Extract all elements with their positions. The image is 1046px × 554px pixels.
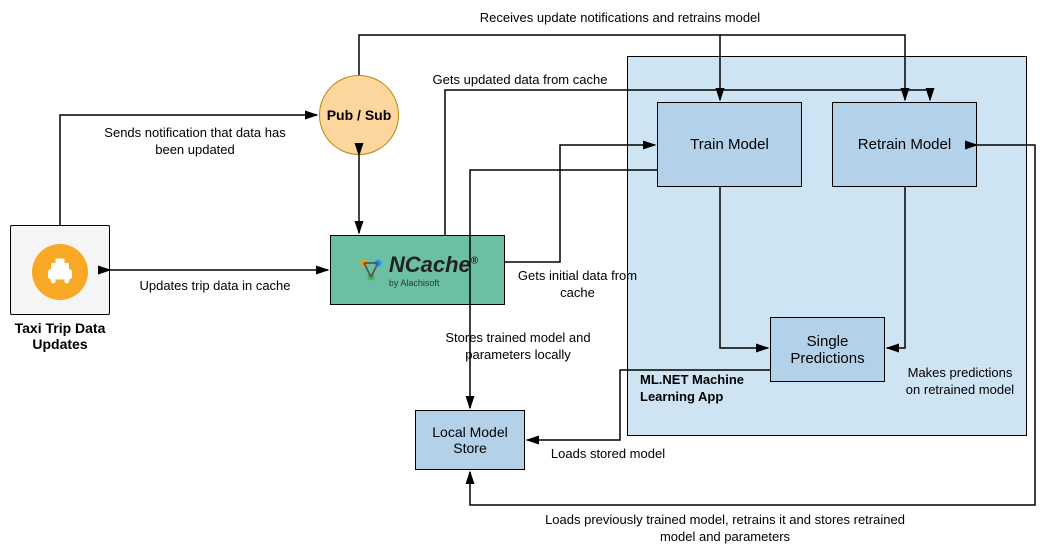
label-stores-trained: Stores trained model and parameters loca… <box>418 330 618 364</box>
ncache-logo-icon <box>357 256 385 284</box>
ncache-box: NCache® by Alachisoft <box>330 235 505 305</box>
local-model-store-box: Local Model Store <box>415 410 525 470</box>
ncache-label: NCache <box>389 252 471 277</box>
taxi-data-box <box>10 225 110 315</box>
retrain-model-box: Retrain Model <box>832 102 977 187</box>
label-gets-initial: Gets initial data from cache <box>500 268 655 302</box>
taxi-caption: Taxi Trip Data Updates <box>0 320 120 352</box>
label-receives-update: Receives update notifications and retrai… <box>440 10 800 27</box>
label-gets-updated: Gets updated data from cache <box>430 72 610 89</box>
single-label: Single Predictions <box>771 333 884 367</box>
retrain-label: Retrain Model <box>858 136 951 153</box>
pubsub-node: Pub / Sub <box>319 75 399 155</box>
label-loads-prev: Loads previously trained model, retrains… <box>545 512 905 546</box>
ncache-byline: by Alachisoft <box>389 278 440 288</box>
localstore-label: Local Model Store <box>416 424 524 456</box>
label-makes-pred: Makes predictions on retrained model <box>900 365 1020 399</box>
train-label: Train Model <box>690 136 769 153</box>
label-sends-notif: Sends notification that data has been up… <box>100 125 290 159</box>
pubsub-label: Pub / Sub <box>327 107 392 123</box>
label-updates-trip: Updates trip data in cache <box>120 278 310 295</box>
taxi-icon <box>32 244 88 300</box>
mlapp-label: ML.NET Machine Learning App <box>640 372 760 406</box>
label-loads-stored: Loads stored model <box>538 446 678 463</box>
train-model-box: Train Model <box>657 102 802 187</box>
single-predictions-box: Single Predictions <box>770 317 885 382</box>
